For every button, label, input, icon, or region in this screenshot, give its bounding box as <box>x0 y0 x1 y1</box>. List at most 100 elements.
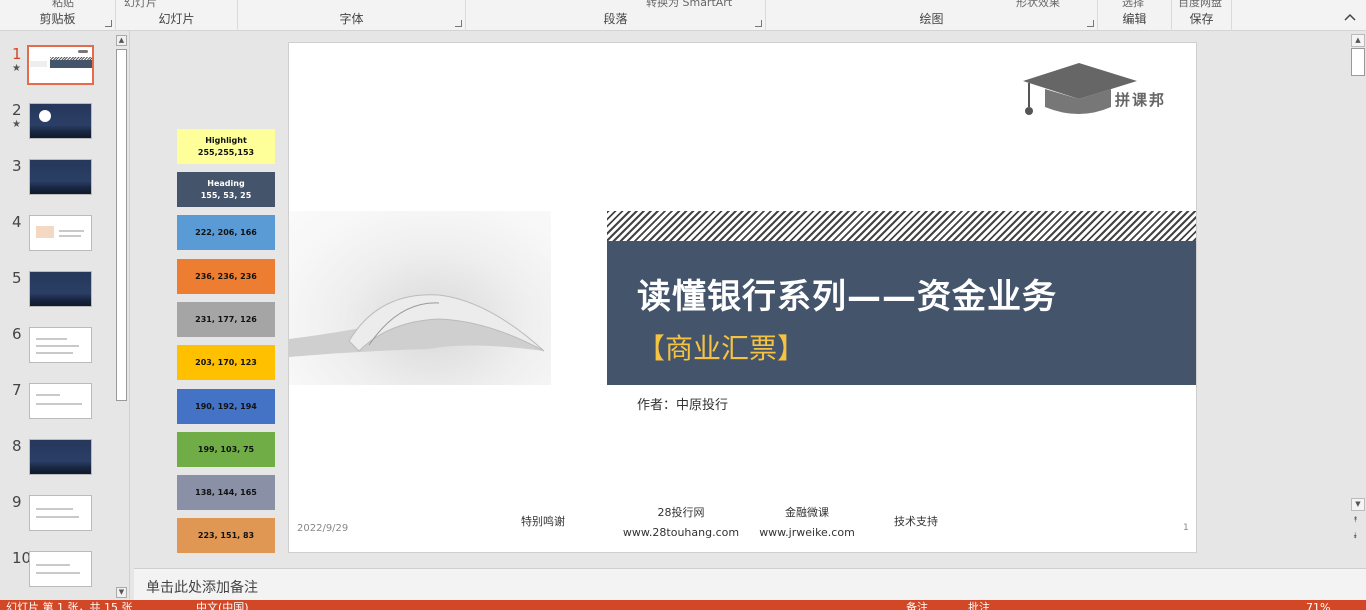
slide-preview <box>29 327 92 363</box>
slide-count-text: 幻灯片 第 1 张，共 15 张 <box>6 601 133 610</box>
scroll-up-icon[interactable]: ▲ <box>116 35 127 46</box>
site-url: www.jrweike.com <box>759 526 855 539</box>
slide-thumbnail-1[interactable]: 1 ★ <box>0 45 112 95</box>
slide-thumbnail-7[interactable]: 7 <box>0 381 112 431</box>
slide-thumbnail-9[interactable]: 9 <box>0 493 112 543</box>
slide-number: 9 <box>12 493 22 511</box>
previous-slide-icon[interactable]: ⯭ <box>1353 515 1358 525</box>
select-button[interactable]: 选择 <box>1122 0 1144 10</box>
slide-number: 3 <box>12 157 22 175</box>
editor-scrollbar[interactable]: ▲ ▼ ⯭ ⯯ <box>1350 31 1366 567</box>
color-swatch[interactable]: 236, 236, 236 <box>177 259 275 294</box>
scroll-up-icon[interactable]: ▲ <box>1351 34 1365 47</box>
language-text[interactable]: 中文(中国) <box>196 602 249 610</box>
color-swatch[interactable]: 203, 170, 123 <box>177 345 275 380</box>
slide-thumbnail-pane: 1 ★ 2 ★ 3 4 5 6 7 8 9 10 <box>0 31 130 599</box>
slide-number: 7 <box>12 381 22 399</box>
scroll-down-icon[interactable]: ▼ <box>1351 498 1365 511</box>
slide-number: 5 <box>12 269 22 287</box>
swatch-value: 236, 236, 236 <box>195 271 257 281</box>
status-bar: 幻灯片 第 1 张，共 15 张 中文(中国) 备注 批注 71% <box>0 600 1366 610</box>
ribbon-group-label: 字体 <box>339 12 364 26</box>
site-name: 金融微课 <box>785 506 829 519</box>
ribbon: 粘贴 剪贴板 幻灯片 幻灯片 字体 转换为 SmartArt 段落 形状效果 绘… <box>0 0 1366 31</box>
next-slide-icon[interactable]: ⯯ <box>1353 531 1358 541</box>
swatch-value: 190, 192, 194 <box>195 401 257 411</box>
notes-button[interactable]: 备注 <box>906 602 928 610</box>
slide-preview <box>29 439 92 475</box>
color-swatch[interactable]: 138, 144, 165 <box>177 475 275 510</box>
footer-date: 2022/9/29 <box>297 523 349 534</box>
hatch-decoration <box>607 211 1196 241</box>
swatch-value: 138, 144, 165 <box>195 487 257 497</box>
open-book-image <box>289 211 551 385</box>
ribbon-group-drawing: 形状效果 绘图 <box>766 0 1098 31</box>
swatch-value: 199, 103, 75 <box>197 444 255 454</box>
book-icon <box>289 294 545 357</box>
paste-button[interactable]: 粘贴 <box>52 0 74 10</box>
site-url: www.28touhang.com <box>622 526 740 539</box>
slide-number: 2 <box>12 101 22 119</box>
new-slide-button[interactable]: 幻灯片 <box>124 0 157 10</box>
notes-pane[interactable]: 单击此处添加备注 <box>134 568 1366 600</box>
slide-preview <box>29 159 92 195</box>
slide-canvas[interactable]: 拼课邦 读懂银行系列——资金业务 【商业汇票】 作者：中原投行 2022/9/2… <box>288 42 1197 553</box>
dialog-launcher-icon[interactable] <box>1087 20 1094 27</box>
color-swatch-highlight[interactable]: Highlight 255,255,153 <box>177 129 275 164</box>
collapse-ribbon-icon[interactable] <box>1344 12 1356 22</box>
slide-thumbnail-10[interactable]: 10 <box>0 549 112 599</box>
scrollbar-thumb[interactable] <box>116 49 127 401</box>
slide-number: 4 <box>12 213 22 231</box>
slide-thumbnail-2[interactable]: 2 ★ <box>0 101 112 151</box>
color-swatch[interactable]: 231, 177, 126 <box>177 302 275 337</box>
thumbnail-scrollbar[interactable]: ▲ ▼ <box>114 33 129 599</box>
footer-tech-support: 技术支持 <box>894 515 938 528</box>
swatch-label: Highlight <box>205 135 247 145</box>
slide-subtitle[interactable]: 【商业汇票】 <box>637 327 805 367</box>
slide-preview <box>29 215 92 251</box>
slide-preview <box>27 45 94 85</box>
swatch-value: 203, 170, 123 <box>195 357 257 367</box>
slide-thumbnail-3[interactable]: 3 <box>0 157 112 207</box>
swatch-label: Heading <box>207 178 245 188</box>
swatch-value: 222, 206, 166 <box>195 227 257 237</box>
ribbon-group-label: 编辑 <box>1122 12 1147 26</box>
slide-title[interactable]: 读懂银行系列——资金业务 <box>637 269 1057 318</box>
slide-preview <box>29 495 92 531</box>
animation-star-icon: ★ <box>12 63 21 74</box>
color-swatch[interactable]: 223, 151, 83 <box>177 518 275 553</box>
ribbon-group-clipboard: 粘贴 剪贴板 <box>0 0 116 31</box>
slide-preview <box>29 551 92 587</box>
logo: 拼课邦 <box>1019 59 1184 124</box>
baidu-netdisk-button[interactable]: 百度网盘 <box>1178 0 1222 10</box>
slide-thumbnail-4[interactable]: 4 <box>0 213 112 263</box>
scrollbar-thumb[interactable] <box>1351 48 1365 76</box>
site-name: 28投行网 <box>657 506 705 519</box>
shape-effects-button[interactable]: 形状效果 <box>1016 0 1060 10</box>
ribbon-group-label: 幻灯片 <box>158 12 195 26</box>
color-swatch[interactable]: 190, 192, 194 <box>177 389 275 424</box>
swatch-value: 223, 151, 83 <box>197 530 255 540</box>
slide-thumbnail-8[interactable]: 8 <box>0 437 112 487</box>
slide-number: 6 <box>12 325 22 343</box>
zoom-level[interactable]: 71% <box>1306 602 1330 610</box>
color-swatch[interactable]: 199, 103, 75 <box>177 432 275 467</box>
scroll-down-icon[interactable]: ▼ <box>116 587 127 598</box>
color-swatch-heading[interactable]: Heading 155, 53, 25 <box>177 172 275 207</box>
ribbon-group-editing: 选择 编辑 <box>1098 0 1172 31</box>
dialog-launcher-icon[interactable] <box>755 20 762 27</box>
slide-thumbnail-6[interactable]: 6 <box>0 325 112 375</box>
logo-text: 拼课邦 <box>1115 91 1167 109</box>
comments-button[interactable]: 批注 <box>968 602 990 610</box>
color-swatch[interactable]: 222, 206, 166 <box>177 215 275 250</box>
author-text[interactable]: 作者：中原投行 <box>637 394 728 413</box>
convert-smartart-button[interactable]: 转换为 SmartArt <box>646 0 732 10</box>
footer-thanks: 特别鸣谢 <box>521 515 565 528</box>
slide-number: 8 <box>12 437 22 455</box>
title-band: 读懂银行系列——资金业务 【商业汇票】 <box>607 241 1196 385</box>
dialog-launcher-icon[interactable] <box>105 20 112 27</box>
notes-placeholder[interactable]: 单击此处添加备注 <box>146 577 258 597</box>
dialog-launcher-icon[interactable] <box>455 20 462 27</box>
slide-thumbnail-5[interactable]: 5 <box>0 269 112 319</box>
animation-star-icon: ★ <box>12 119 21 130</box>
